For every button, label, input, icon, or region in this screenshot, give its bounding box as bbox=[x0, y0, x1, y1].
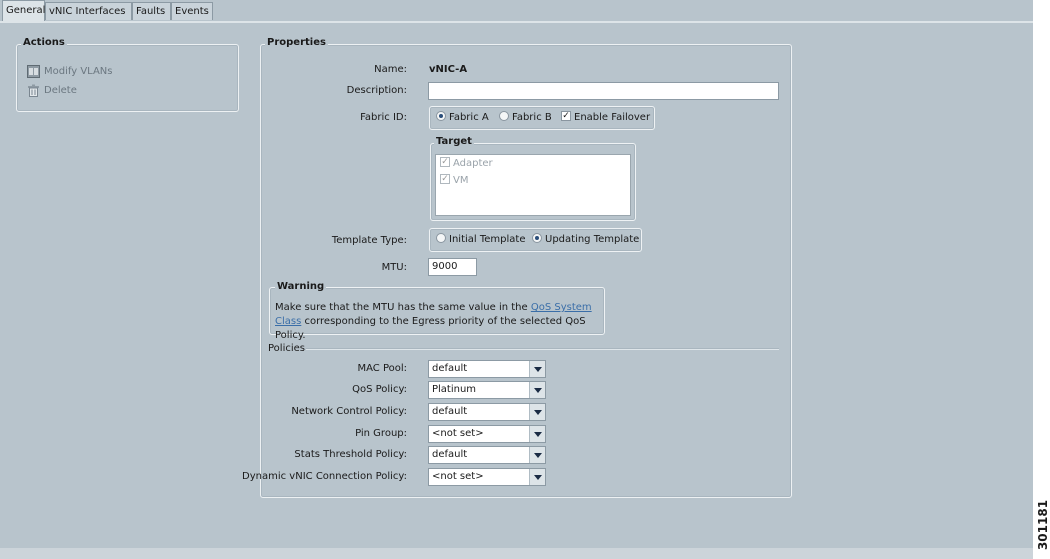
target-title: Target bbox=[434, 136, 474, 147]
bottom-edge bbox=[0, 548, 1033, 559]
template-type-group: Initial Template Updating Template bbox=[429, 228, 642, 252]
warning-title: Warning bbox=[275, 281, 327, 292]
network-control-policy-label: Network Control Policy: bbox=[291, 406, 407, 417]
warning-text-start: Make sure that the MTU has the same valu… bbox=[275, 302, 531, 313]
tab-bar: General vNIC Interfaces Faults Events bbox=[0, 0, 1033, 22]
pin-group-label: Pin Group: bbox=[355, 428, 407, 439]
target-adapter-label: Adapter bbox=[453, 158, 493, 169]
qos-policy-value: Platinum bbox=[432, 384, 477, 395]
target-adapter-checkbox[interactable]: ✓ Adapter bbox=[440, 157, 493, 170]
target-vm-label: VM bbox=[453, 175, 469, 186]
radio-selected-icon bbox=[532, 233, 542, 243]
warning-text-end: corresponding to the Egress priority of … bbox=[275, 316, 586, 341]
properties-title: Properties bbox=[265, 37, 328, 48]
fabric-a-radio[interactable]: Fabric A bbox=[436, 111, 489, 124]
radio-unselected-icon bbox=[436, 233, 446, 243]
qos-policy-label: QoS Policy: bbox=[352, 384, 407, 395]
fabric-b-radio[interactable]: Fabric B bbox=[499, 111, 552, 124]
description-input[interactable] bbox=[428, 82, 779, 100]
chevron-down-icon[interactable] bbox=[529, 361, 545, 377]
mtu-input[interactable]: 9000 bbox=[428, 258, 477, 276]
updating-template-label: Updating Template bbox=[545, 234, 640, 245]
updating-template-radio[interactable]: Updating Template bbox=[532, 233, 640, 246]
radio-unselected-icon bbox=[499, 111, 509, 121]
enable-failover-label: Enable Failover bbox=[574, 112, 651, 123]
figure-number-text: 301181 bbox=[1036, 499, 1050, 551]
modify-vlans-action[interactable]: Modify VLANs bbox=[27, 64, 113, 80]
policies-heading: Policies bbox=[268, 343, 305, 354]
chevron-down-icon[interactable] bbox=[529, 382, 545, 398]
enable-failover-checkbox[interactable]: ✓ Enable Failover bbox=[561, 111, 651, 124]
tab-vnic-interfaces[interactable]: vNIC Interfaces bbox=[45, 2, 132, 20]
description-label: Description: bbox=[346, 85, 407, 96]
dynamic-vnic-connection-policy-label: Dynamic vNIC Connection Policy: bbox=[242, 471, 407, 482]
fabric-a-label: Fabric A bbox=[449, 112, 489, 123]
mtu-label: MTU: bbox=[381, 262, 407, 273]
actions-title: Actions bbox=[21, 37, 67, 48]
warning-text: Make sure that the MTU has the same valu… bbox=[275, 301, 603, 343]
policies-divider bbox=[306, 348, 779, 350]
initial-template-radio[interactable]: Initial Template bbox=[436, 233, 526, 246]
app-window: General vNIC Interfaces Faults Events Ac… bbox=[0, 0, 1033, 559]
mac-pool-value: default bbox=[432, 363, 468, 374]
stats-threshold-policy-select[interactable]: default bbox=[428, 446, 546, 464]
chevron-down-icon[interactable] bbox=[529, 426, 545, 442]
checkmark-icon: ✓ bbox=[561, 111, 571, 121]
pin-group-select[interactable]: <not set> bbox=[428, 425, 546, 443]
checkmark-icon: ✓ bbox=[440, 174, 450, 184]
initial-template-label: Initial Template bbox=[449, 234, 526, 245]
delete-label: Delete bbox=[44, 85, 77, 96]
tab-general[interactable]: General bbox=[2, 0, 45, 21]
network-control-policy-select[interactable]: default bbox=[428, 403, 546, 421]
name-value: vNIC-A bbox=[429, 64, 468, 75]
target-vm-checkbox[interactable]: ✓ VM bbox=[440, 174, 469, 187]
network-control-policy-value: default bbox=[432, 406, 468, 417]
trash-icon bbox=[28, 84, 39, 97]
target-list: ✓ Adapter ✓ VM bbox=[435, 154, 631, 216]
template-type-label: Template Type: bbox=[331, 235, 407, 246]
dynamic-vnic-connection-policy-select[interactable]: <not set> bbox=[428, 468, 546, 486]
qos-policy-select[interactable]: Platinum bbox=[428, 381, 546, 399]
actions-panel: Actions Modify VLANs Delete bbox=[16, 37, 239, 112]
name-label: Name: bbox=[374, 64, 407, 75]
fabric-id-label: Fabric ID: bbox=[360, 112, 407, 123]
figure-number: 301181 bbox=[1032, 500, 1050, 550]
fabric-b-label: Fabric B bbox=[512, 112, 552, 123]
fabric-id-group: Fabric A Fabric B ✓ Enable Failover bbox=[429, 106, 655, 130]
vlan-icon bbox=[27, 64, 40, 78]
delete-action[interactable]: Delete bbox=[27, 83, 77, 99]
chevron-down-icon[interactable] bbox=[529, 404, 545, 420]
modify-vlans-label: Modify VLANs bbox=[44, 66, 113, 77]
tab-divider bbox=[0, 21, 1033, 23]
warning-box: Warning Make sure that the MTU has the s… bbox=[269, 281, 605, 341]
tab-faults[interactable]: Faults bbox=[132, 2, 171, 20]
stats-threshold-policy-label: Stats Threshold Policy: bbox=[294, 449, 407, 460]
target-group: Target ✓ Adapter ✓ VM bbox=[430, 136, 636, 221]
radio-selected-icon bbox=[436, 111, 446, 121]
mac-pool-select[interactable]: default bbox=[428, 360, 546, 378]
checkmark-icon: ✓ bbox=[440, 157, 450, 167]
dynamic-vnic-connection-policy-value: <not set> bbox=[432, 471, 484, 482]
chevron-down-icon[interactable] bbox=[529, 447, 545, 463]
pin-group-value: <not set> bbox=[432, 428, 484, 439]
mac-pool-label: MAC Pool: bbox=[357, 363, 407, 374]
stats-threshold-policy-value: default bbox=[432, 449, 468, 460]
chevron-down-icon[interactable] bbox=[529, 469, 545, 485]
tab-events[interactable]: Events bbox=[171, 2, 213, 20]
